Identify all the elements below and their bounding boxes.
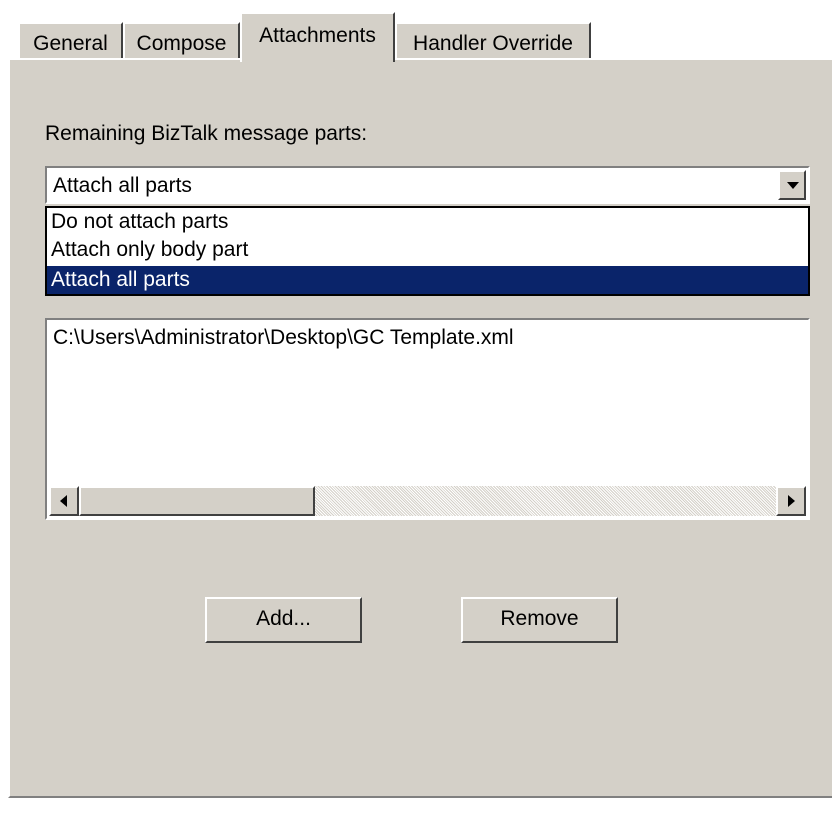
message-parts-label: Remaining BizTalk message parts:	[45, 122, 368, 145]
scroll-left-button[interactable]	[49, 486, 79, 516]
attachments-file-list[interactable]: C:\Users\Administrator\Desktop\GC Templa…	[45, 318, 810, 520]
option-do-not-attach-parts[interactable]: Do not attach parts	[47, 208, 808, 236]
message-parts-combobox[interactable]: Attach all parts	[45, 166, 810, 204]
message-parts-dropdown-list: Do not attach parts Attach only body par…	[45, 206, 810, 296]
option-attach-only-body-part[interactable]: Attach only body part	[47, 236, 808, 264]
chevron-down-icon	[787, 182, 799, 189]
tab-general[interactable]: General	[18, 22, 123, 60]
list-item[interactable]: C:\Users\Administrator\Desktop\GC Templa…	[53, 326, 514, 350]
tab-handler-override[interactable]: Handler Override	[395, 22, 591, 60]
tab-general-label: General	[33, 32, 108, 55]
dropdown-button[interactable]	[778, 170, 806, 200]
tab-handler-override-label: Handler Override	[413, 32, 573, 55]
remove-button[interactable]: Remove	[461, 597, 618, 643]
scroll-right-button[interactable]	[776, 486, 806, 516]
tab-attachments[interactable]: Attachments	[240, 12, 395, 62]
arrow-left-icon	[60, 495, 67, 507]
tab-compose-label: Compose	[136, 32, 227, 55]
add-button[interactable]: Add...	[205, 597, 362, 643]
arrow-right-icon	[788, 495, 795, 507]
tab-attachments-label: Attachments	[259, 24, 376, 47]
option-attach-all-parts[interactable]: Attach all parts	[47, 266, 808, 294]
properties-dialog: General Compose Attachments Handler Over…	[0, 0, 832, 824]
tab-compose[interactable]: Compose	[123, 22, 240, 60]
combobox-value: Attach all parts	[53, 174, 192, 197]
scrollbar-thumb[interactable]	[79, 486, 315, 516]
horizontal-scrollbar[interactable]	[49, 486, 806, 516]
